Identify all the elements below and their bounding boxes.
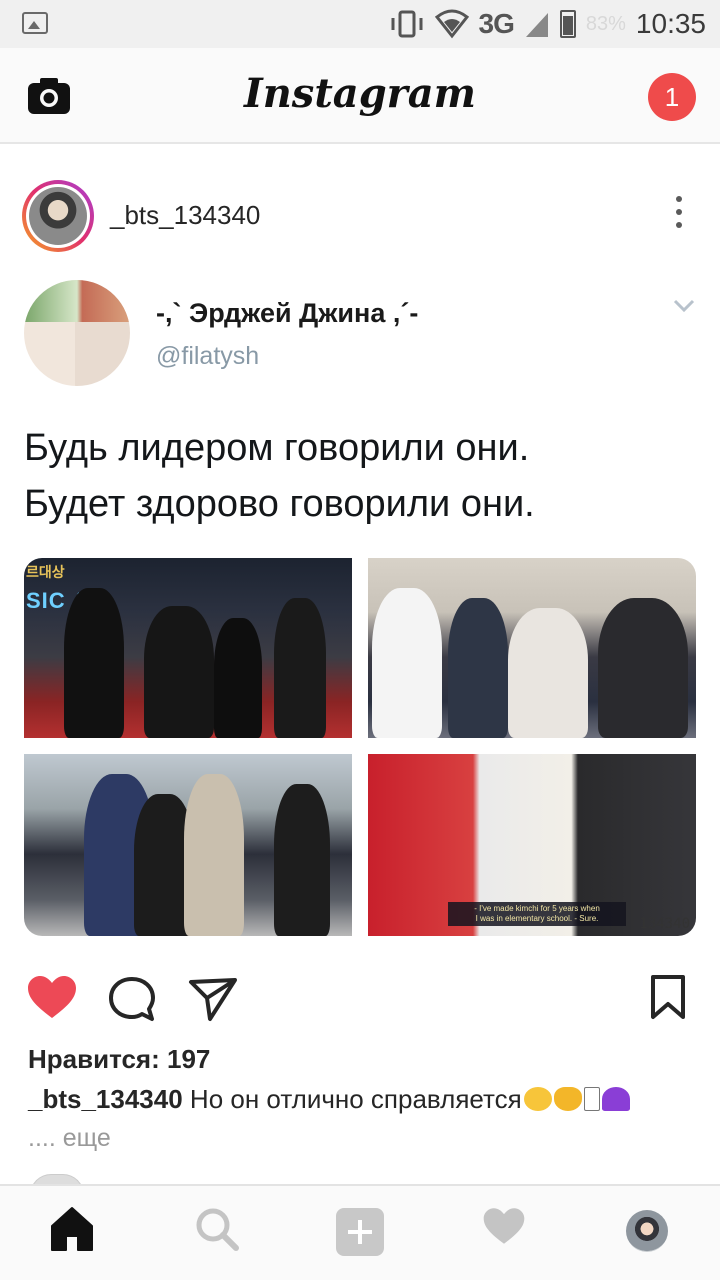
share-icon[interactable] <box>188 976 238 1022</box>
emoji-relieved-icon <box>523 1087 552 1111</box>
post-header: _bts_134340 <box>0 146 720 269</box>
tweet-text: Будь лидером говорили они. Будет здорово… <box>24 420 704 532</box>
tweet-text-line2: Будет здорово говорили они. <box>24 483 535 525</box>
caption-more-link[interactable]: .... еще <box>28 1124 111 1153</box>
wifi-icon <box>434 9 469 39</box>
post-actions <box>0 960 720 1040</box>
tweet-avatar <box>24 280 130 386</box>
photo-sign-korean: 르대상 <box>26 564 65 580</box>
heart-icon[interactable] <box>26 974 78 1020</box>
app-header: Instagram 1 <box>0 48 720 144</box>
search-icon[interactable] <box>194 1206 240 1252</box>
more-options-icon[interactable] <box>676 196 684 235</box>
profile-avatar[interactable] <box>626 1210 668 1252</box>
caption-text: Но он отлично справляется <box>189 1084 522 1114</box>
battery-icon <box>559 10 576 38</box>
like-count[interactable]: Нравится: 197 <box>28 1044 210 1075</box>
video-subtitle: - I've made kimchi for 5 years when I wa… <box>448 902 626 926</box>
signal-icon <box>525 13 548 37</box>
tweet-photo-1: 르대상 SIC AW <box>24 558 352 738</box>
gallery-notification-icon <box>22 12 48 34</box>
chevron-down-icon <box>673 299 695 313</box>
battery-percent: 83% <box>585 12 626 35</box>
emoji-unsupported-icon <box>583 1087 600 1111</box>
tweet-photo-3 <box>24 754 352 936</box>
tweet-photo-2 <box>368 558 696 738</box>
tweet-photo-4: - I've made kimchi for 5 years when I wa… <box>368 754 696 936</box>
home-icon[interactable] <box>50 1206 94 1252</box>
notification-badge[interactable]: 1 <box>648 73 696 121</box>
post-author-username[interactable]: _bts_134340 <box>110 200 260 231</box>
bookmark-icon[interactable] <box>650 974 686 1020</box>
add-icon[interactable] <box>336 1208 384 1256</box>
emoji-bowing-icon <box>553 1087 582 1111</box>
tweet-handle: @filatysh <box>156 342 260 370</box>
post-image[interactable]: -,` Эрджей Джина ,´- @filatysh Будь лиде… <box>0 268 720 950</box>
activity-heart-icon[interactable] <box>482 1206 526 1246</box>
instagram-logo: Instagram <box>244 70 476 117</box>
tweet-display-name: -,` Эрджей Джина ,´- <box>156 298 419 328</box>
status-bar: 3G 83% 10:35 <box>0 0 720 48</box>
tweet-photo-grid: 르대상 SIC AW - I've made kimchi for 5 year… <box>24 558 696 936</box>
tweet-text-line1: Будь лидером говорили они. <box>24 427 530 469</box>
post-caption: _bts_134340 Но он отлично справляется <box>28 1084 630 1115</box>
subtitle-line1: - I've made kimchi for 5 years when <box>474 904 600 913</box>
subtitle-line2: I was in elementary school. - Sure. <box>475 914 599 923</box>
bottom-navigation <box>0 1184 720 1280</box>
post-author-avatar[interactable] <box>22 180 94 252</box>
network-type: 3G <box>478 8 515 39</box>
caption-username[interactable]: _bts_134340 <box>28 1084 183 1114</box>
status-indicators: 3G 83% 10:35 <box>389 0 706 48</box>
clock: 10:35 <box>635 8 706 39</box>
emoji-purple-heart-icon <box>601 1087 630 1111</box>
comment-icon[interactable] <box>108 976 156 1022</box>
photo-watermark: 134340 <box>639 916 690 932</box>
vibrate-icon <box>391 10 423 38</box>
